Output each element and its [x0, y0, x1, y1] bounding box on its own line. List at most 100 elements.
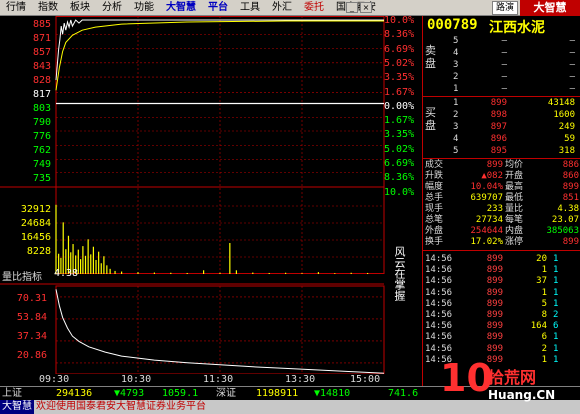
close-icon[interactable]: ×: [360, 2, 372, 13]
intraday-chart[interactable]: [0, 16, 422, 374]
stat-row: 换手 17.02% 涨停 899: [423, 237, 580, 248]
menu-platform[interactable]: 平台: [202, 0, 234, 16]
watermark-cn: 拾荒网: [488, 368, 537, 387]
tick-time: 14:56: [425, 265, 453, 276]
stat-row: 成交 899 均价 886: [423, 160, 580, 171]
sz-label[interactable]: 深证: [216, 388, 236, 400]
indicator-label[interactable]: 量比指标: [2, 268, 42, 283]
divider: [423, 250, 580, 251]
tick-count: 1: [553, 276, 559, 287]
watermark-number: 10: [440, 356, 493, 400]
percent-tick-label: 10.0%: [384, 15, 415, 26]
level: 4: [453, 48, 459, 58]
sell-row[interactable]: 3 — —: [423, 60, 580, 71]
stat-value: ▲082: [481, 171, 503, 181]
stat-row: 升跌 ▲082 开盘 860: [423, 171, 580, 182]
tick-volume: 20: [536, 254, 547, 264]
volume: —: [569, 72, 575, 82]
price: 898: [490, 110, 507, 120]
buy-row[interactable]: 1 899 43148: [423, 98, 580, 109]
side-promo[interactable]: 风云在掌握: [386, 238, 420, 368]
stat-value: 899: [486, 160, 503, 170]
menu-dzh[interactable]: 大智慧: [160, 0, 202, 16]
sell-row[interactable]: 2 — —: [423, 72, 580, 83]
buy-row[interactable]: 2 898 1600: [423, 110, 580, 121]
percent-tick-label: 8.36%: [384, 172, 415, 184]
level: 5: [453, 36, 459, 46]
level: 5: [453, 146, 459, 156]
quote-panel: 000789 江西水泥 卖盘 5 — —4 — —3 — —2 — —1 — — 买…: [422, 16, 580, 386]
percent-tick-label: 0.00%: [384, 100, 415, 112]
volume-tick-label: 24684: [20, 218, 51, 229]
sh-change: ▼4793: [114, 388, 145, 399]
menu-tools[interactable]: 工具: [234, 0, 266, 16]
tick-count: 1: [553, 265, 559, 276]
menu-function[interactable]: 功能: [128, 0, 160, 16]
stat-key: 成交: [425, 160, 444, 170]
buy-row[interactable]: 5 895 318: [423, 146, 580, 157]
sell-row[interactable]: 1 — —: [423, 84, 580, 95]
route-button[interactable]: 路演: [491, 1, 518, 15]
level: 3: [453, 60, 459, 70]
volume: 318: [558, 146, 575, 156]
price: —: [501, 84, 507, 94]
stat-value: 10.04%: [470, 182, 503, 192]
stat-value: 27734: [475, 215, 503, 225]
volume-tick-label: 32912: [20, 204, 51, 215]
price: 897: [490, 122, 507, 132]
stat-row: 总手 639707 最低 851: [423, 193, 580, 204]
tick-row: 14:56 899 37 1: [423, 276, 580, 287]
stat-value: 4.38: [557, 204, 579, 214]
buy-row[interactable]: 4 896 59: [423, 134, 580, 145]
sell-row[interactable]: 5 — —: [423, 36, 580, 47]
menu-sector[interactable]: 板块: [64, 0, 96, 16]
price: 899: [490, 98, 507, 108]
volume: —: [569, 60, 575, 70]
stat-key: 每笔: [505, 215, 524, 225]
stat-key: 量比: [505, 204, 524, 214]
menu-quote[interactable]: 行情: [0, 0, 32, 16]
menu-analysis[interactable]: 分析: [96, 0, 128, 16]
tick-volume: 8: [541, 310, 547, 320]
tick-volume: 37: [536, 276, 547, 287]
volume: 1600: [553, 110, 575, 120]
buy-row[interactable]: 3 897 249: [423, 122, 580, 133]
average-line: [55, 20, 384, 91]
level: 3: [453, 122, 459, 132]
menu-bar: 行情 指数 板块 分析 功能 大智慧 平台 工具 外汇 委托 国泰君安 _ × …: [0, 0, 580, 16]
tick-row: 14:56 899 6 1: [423, 332, 580, 343]
tick-count: 1: [553, 332, 559, 343]
menu-forex[interactable]: 外汇: [266, 0, 298, 16]
tick-row: 14:56 899 8 2: [423, 310, 580, 321]
stat-key: 换手: [425, 237, 444, 247]
price: —: [501, 72, 507, 82]
price-tick-label: 857: [32, 47, 51, 58]
tick-price: 899: [486, 265, 503, 276]
sz-change: ▼14810: [314, 388, 351, 399]
sell-row[interactable]: 4 — —: [423, 48, 580, 59]
stat-key: 内盘: [505, 226, 524, 236]
menu-order[interactable]: 委托: [298, 0, 330, 16]
volume-tick-label: 8228: [26, 246, 51, 257]
tick-time: 14:56: [425, 321, 453, 332]
message-text[interactable]: 欢迎使用国泰君安大智慧证券业务平台: [36, 400, 206, 414]
minimize-icon[interactable]: _: [346, 2, 358, 13]
volume: —: [569, 84, 575, 94]
menu-index[interactable]: 指数: [32, 0, 64, 16]
tick-price: 899: [486, 321, 503, 332]
stat-value: 886: [562, 160, 579, 170]
sz-index: 741.6: [388, 388, 419, 399]
stat-key: 开盘: [505, 171, 524, 181]
tick-count: 1: [553, 254, 559, 264]
tick-volume: 1: [541, 287, 547, 298]
price: 896: [490, 134, 507, 144]
sh-label[interactable]: 上证: [2, 388, 22, 400]
time-axis: 09:30 10:30 11:30 13:30 15:00: [0, 374, 384, 386]
percent-tick-label: 1.67%: [384, 115, 415, 127]
price: —: [501, 36, 507, 46]
tick-time: 14:56: [425, 254, 453, 264]
message-label[interactable]: 大智慧: [0, 400, 34, 414]
stat-value: 899: [562, 237, 579, 247]
watermark-url: Huang.CN: [488, 388, 556, 402]
price-axis: 885 871 857 843 828 817 803 790 776 762 749 735 3291…: [0, 16, 55, 274]
